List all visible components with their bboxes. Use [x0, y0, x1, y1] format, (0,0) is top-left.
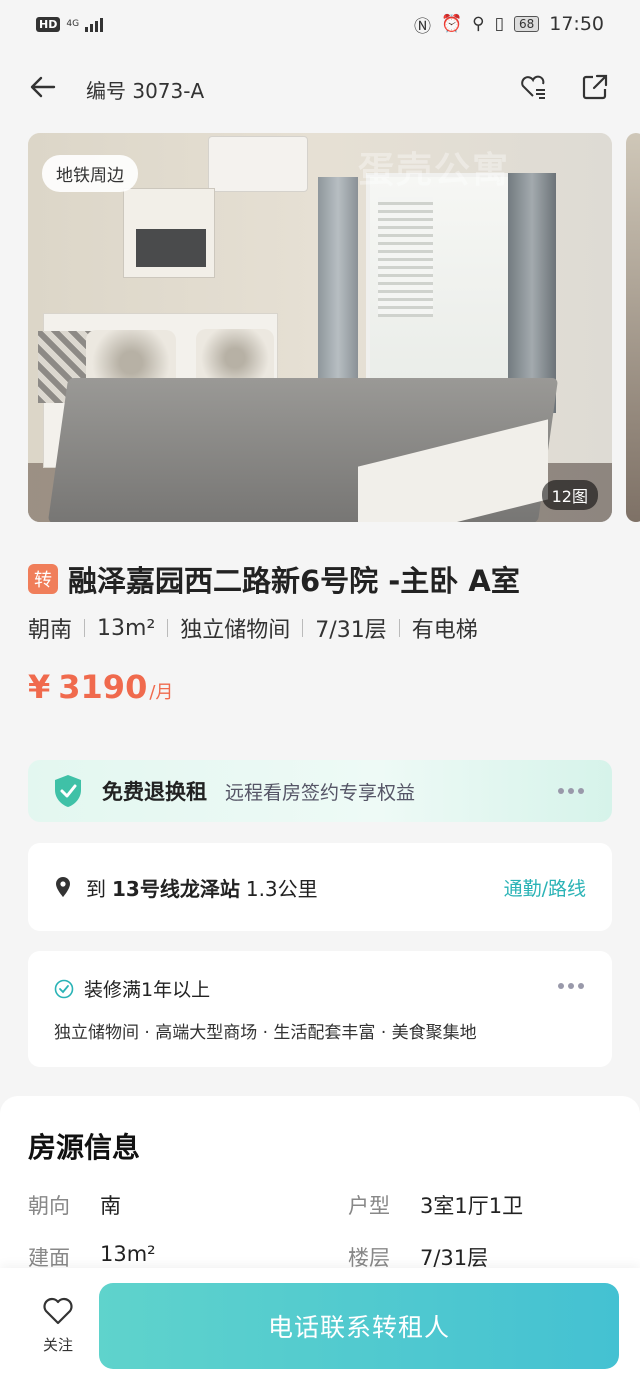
price-value: 3190 [58, 668, 148, 706]
listing-title: 融泽嘉园西二路新6号院 -主卧 A室 [68, 564, 520, 598]
info-orientation: 朝向 南 [28, 1190, 121, 1220]
heart-icon [43, 1297, 73, 1325]
image-count-badge[interactable]: 12图 [541, 480, 598, 510]
status-right: Ⓝ ⏰ ⚲ ▯ 68 17:50 [414, 12, 604, 37]
features-card: 装修满1年以上 独立储物间 · 高端大型商场 · 生活配套丰富 · 美食聚集地 [28, 951, 612, 1067]
attr-orientation: 朝南 [28, 618, 73, 643]
shield-check-icon [55, 775, 81, 807]
hd-indicator: HD [36, 16, 61, 32]
call-sublessor-button[interactable]: 电话联系转租人 [99, 1283, 619, 1369]
refund-subtitle: 远程看房签约专享权益 [225, 781, 416, 804]
status-bar: HD 4G Ⓝ ⏰ ⚲ ▯ 68 17:50 [0, 0, 640, 48]
attr-storage: 独立储物间 [180, 618, 291, 643]
follow-label: 关注 [42, 1336, 73, 1354]
info-label: 朝向 [28, 1194, 70, 1218]
station-info: 到 13号线龙泽站 1.3公里 [86, 873, 318, 902]
top-nav: 编号 3073-A [0, 60, 640, 116]
more-icon[interactable] [558, 983, 584, 989]
location-pin-icon [56, 877, 70, 897]
commute-card: 到 13号线龙泽站 1.3公里 通勤/路线 [28, 843, 612, 931]
free-refund-banner[interactable]: 免费退换租 远程看房签约专享权益 [28, 760, 612, 822]
price: ¥ 3190 /月 [28, 668, 173, 706]
photo-window [366, 173, 526, 403]
listing-code: 编号 3073-A [86, 79, 205, 103]
attr-area: 13m² [97, 615, 156, 641]
sublet-badge: 转 [28, 564, 58, 594]
attr-floor: 7/31层 [315, 618, 387, 643]
follow-button[interactable]: 关注 [34, 1296, 82, 1355]
nfc-icon: Ⓝ [413, 16, 431, 37]
alarm-icon: ⏰ [440, 14, 463, 34]
photo-air-conditioner [208, 136, 308, 192]
location-icon: ⚲ [472, 14, 485, 34]
route-prefix: 到 [86, 876, 106, 901]
station-distance: 1.3公里 [245, 876, 318, 901]
check-circle-icon [54, 979, 74, 998]
listing-attributes: 朝南 13m² 独立储物间 7/31层 有电梯 [28, 612, 478, 644]
feature-list: 独立储物间 · 高端大型商场 · 生活配套丰富 · 美食聚集地 [54, 1023, 477, 1043]
next-photo-peek[interactable] [626, 133, 640, 522]
back-arrow-icon[interactable] [28, 72, 58, 102]
photo-gallery[interactable]: 蛋壳公寓 地铁周边 12图 [28, 133, 612, 522]
subway-tag: 地铁周边 [42, 155, 138, 192]
network-type: 4G [66, 18, 80, 29]
feature-header: 装修满1年以上 [54, 975, 586, 1002]
info-value: 3室1厅1卫 [420, 1194, 524, 1218]
station-name: 13号线龙泽站 [112, 876, 240, 901]
share-icon[interactable] [580, 72, 610, 102]
commute-route-link[interactable]: 通勤/路线 [504, 874, 586, 901]
photo-wall-art [123, 188, 215, 278]
feature-title: 装修满1年以上 [84, 979, 211, 1001]
section-title: 房源信息 [28, 1131, 141, 1164]
battery-icon: 68 [513, 16, 540, 32]
photo-curtain-right [508, 173, 556, 413]
status-time: 17:50 [549, 13, 604, 35]
status-left: HD 4G [36, 16, 104, 32]
refund-title: 免费退换租 [102, 780, 207, 804]
info-layout: 户型 3室1厅1卫 [348, 1190, 523, 1220]
watermark: 蛋壳公寓 [358, 150, 511, 191]
signal-icon [85, 16, 104, 32]
vibrate-icon: ▯ [494, 14, 504, 34]
attr-elevator: 有电梯 [411, 618, 478, 643]
more-icon[interactable] [558, 788, 584, 794]
price-symbol: ¥ [28, 668, 51, 706]
listing-title-row: 转 融泽嘉园西二路新6号院 -主卧 A室 [28, 558, 520, 600]
info-value: 南 [100, 1194, 121, 1218]
bottom-action-bar: 关注 电话联系转租人 [0, 1268, 640, 1387]
price-unit: /月 [149, 682, 174, 703]
favorite-list-icon[interactable] [518, 72, 548, 102]
info-label: 户型 [348, 1194, 390, 1218]
